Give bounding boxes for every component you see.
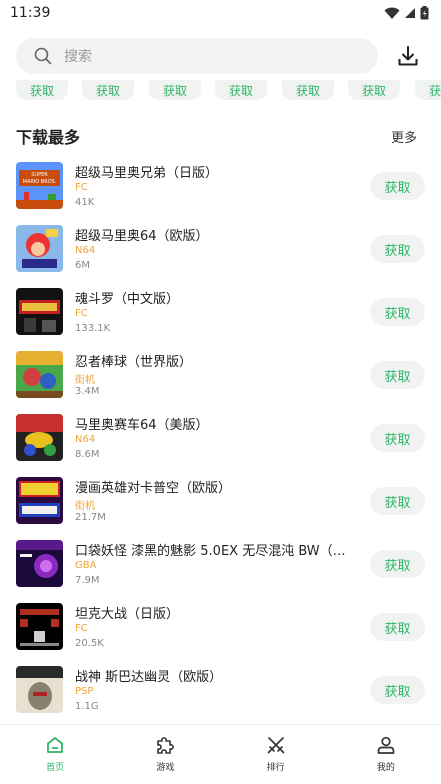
nav-label: 首页 [46,763,65,773]
get-button[interactable]: 获取 [370,613,425,641]
list-item[interactable]: 坦克大战（日版） FC 20.5K 获取 [0,595,441,658]
game-size: 1.1G [75,701,99,712]
more-link[interactable]: 更多 [391,127,417,146]
nav-profile[interactable]: 我的 [331,725,441,784]
game-cover: SUPER MARIO BROS. [16,162,63,209]
game-size: 133.1K [75,323,111,334]
game-platform: N64 [75,245,96,256]
game-cover [16,540,63,587]
list-item[interactable]: 超级马里奥64（欧版） N64 6M 获取 [0,217,441,280]
bottom-nav: 首页 游戏 排行 我的 [0,724,441,784]
game-size: 41K [75,197,95,208]
puzzle-icon [157,737,175,754]
featured-get-button[interactable]: 获取 [149,80,201,100]
featured-get-button[interactable]: 获取 [282,80,334,100]
list-item[interactable]: 口袋妖怪 漆黑的魅影 5.0EX 无尽混沌 BW（汉化版） GBA 7.9M 获… [0,532,441,595]
get-button[interactable]: 获取 [370,487,425,515]
get-button[interactable]: 获取 [370,550,425,578]
game-cover [16,666,63,713]
get-button[interactable]: 获取 [370,235,425,263]
list-item[interactable]: 漫画英雄对卡普空（欧版） 街机 21.7M 获取 [0,469,441,532]
game-platform: FC [75,182,88,193]
game-title: 漫画英雄对卡普空（欧版） [75,481,232,496]
get-button[interactable]: 获取 [370,676,425,704]
get-button[interactable]: 获取 [370,424,425,452]
game-size: 7.9M [75,575,100,586]
game-platform: 街机 [75,375,95,386]
featured-get-button[interactable]: 获取 [348,80,400,100]
status-icons [384,6,429,20]
game-size: 20.5K [75,638,104,649]
download-icon [398,46,418,66]
nav-ranking[interactable]: 排行 [221,725,331,784]
home-icon [47,737,64,753]
nav-label: 排行 [266,763,285,773]
search-placeholder: 搜索 [64,49,92,65]
game-cover [16,288,63,335]
game-cover [16,477,63,524]
featured-get-button[interactable]: 获取 [82,80,134,100]
featured-get-button[interactable]: 获取 [16,80,68,100]
game-platform: PSP [75,686,94,697]
download-button[interactable] [394,42,422,70]
nav-label: 我的 [376,763,395,773]
get-button[interactable]: 获取 [370,172,425,200]
game-title: 战神 斯巴达幽灵（欧版） [75,670,223,685]
game-size: 8.6M [75,449,100,460]
list-item[interactable]: 马里奥赛车64（美版） N64 8.6M 获取 [0,406,441,469]
game-cover [16,225,63,272]
nav-home[interactable]: 首页 [0,725,110,784]
wifi-icon [384,7,400,19]
game-title: 魂斗罗（中文版） [75,292,180,307]
list-item[interactable]: 战神 斯巴达幽灵（欧版） PSP 1.1G 获取 [0,658,441,721]
search-input[interactable]: 搜索 [16,38,378,74]
game-cover [16,603,63,650]
signal-icon [405,8,415,18]
svg-text:SUPER: SUPER [31,172,48,178]
get-button[interactable]: 获取 [370,361,425,389]
crossed-swords-icon [267,737,284,754]
nav-games[interactable]: 游戏 [110,725,220,784]
featured-get-button[interactable]: 获 [415,80,441,100]
featured-get-buttons-row: 获取 获取 获取 获取 获取 获取 获 [0,80,441,102]
search-icon [34,47,52,65]
list-item[interactable]: 忍者棒球（世界版） 街机 3.4M 获取 [0,343,441,406]
game-title: 马里奥赛车64（美版） [75,418,209,433]
person-icon [377,736,395,754]
game-title: 忍者棒球（世界版） [75,355,193,370]
game-platform: GBA [75,560,97,571]
game-title: 口袋妖怪 漆黑的魅影 5.0EX 无尽混沌 BW（汉化版） [75,544,357,559]
list-item[interactable]: SUPER MARIO BROS. 超级马里奥兄弟（日版） FC 41K 获取 [0,154,441,217]
game-platform: FC [75,623,88,634]
search-row: 搜索 [0,36,441,76]
svg-text:MARIO BROS.: MARIO BROS. [23,179,57,185]
get-button[interactable]: 获取 [370,298,425,326]
game-platform: FC [75,308,88,319]
game-size: 6M [75,260,90,271]
game-size: 3.4M [75,386,100,397]
game-title: 超级马里奥兄弟（日版） [75,166,219,181]
status-bar: 11:39 [0,0,441,26]
nav-label: 游戏 [156,763,175,773]
battery-icon [420,6,429,20]
status-time: 11:39 [10,5,51,21]
game-cover [16,414,63,461]
game-title: 坦克大战（日版） [75,607,180,622]
game-platform: N64 [75,434,96,445]
game-size: 21.7M [75,512,106,523]
game-cover [16,351,63,398]
game-title: 超级马里奥64（欧版） [75,229,209,244]
featured-get-button[interactable]: 获取 [215,80,267,100]
list-item[interactable]: 魂斗罗（中文版） FC 133.1K 获取 [0,280,441,343]
game-platform: 街机 [75,501,95,512]
section-title: 下载最多 [16,128,81,147]
